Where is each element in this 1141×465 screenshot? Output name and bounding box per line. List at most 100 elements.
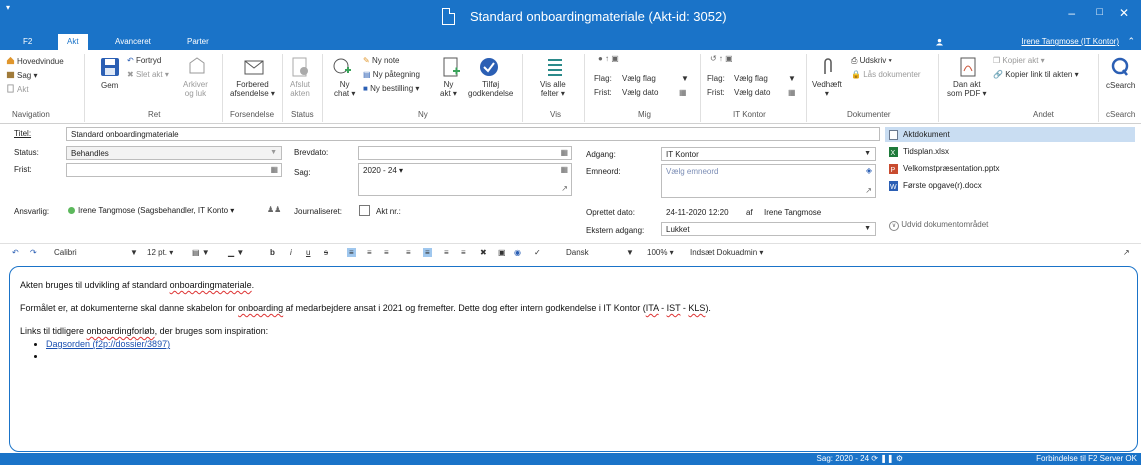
zoom-dropdown[interactable]: 100% ▾ bbox=[647, 248, 674, 257]
font-family-dropdown[interactable]: Calibri bbox=[54, 248, 77, 257]
ny-note-button[interactable]: ✎ Ny note bbox=[363, 56, 400, 65]
bold-icon[interactable]: b bbox=[270, 248, 275, 257]
font-size-dropdown[interactable]: 12 pt. ▾ bbox=[147, 248, 173, 257]
users-icon[interactable]: ♟♟ bbox=[267, 205, 281, 214]
dossier-link[interactable]: Dagsorden (f2p://dossier/3897) bbox=[46, 339, 170, 349]
document-list-item[interactable]: X Tidsplan.xlsx bbox=[885, 144, 1135, 159]
tab-parter[interactable]: Parter bbox=[178, 34, 218, 50]
tab-akt[interactable]: Akt bbox=[58, 34, 88, 50]
ekstern-adgang-dropdown[interactable]: Lukket ▼ bbox=[661, 222, 876, 236]
chevron-down-icon: ▼ bbox=[864, 225, 871, 232]
numbered-list-icon[interactable]: ≡ bbox=[406, 248, 411, 257]
vedhaeft-button[interactable]: Vedhæft ▾ bbox=[812, 80, 842, 98]
dan-akt-pdf-button[interactable]: Dan akt som PDF ▾ bbox=[947, 80, 987, 98]
it-frist-picker[interactable]: Vælg dato bbox=[734, 88, 770, 97]
tilfoej-label-2: godkendelse bbox=[468, 89, 514, 98]
link-icon[interactable]: ◉ bbox=[514, 248, 521, 257]
spellcheck-icon[interactable]: ✓ bbox=[534, 248, 541, 257]
image-icon[interactable]: ▣ bbox=[498, 248, 506, 257]
chevron-down-icon[interactable]: ▼ bbox=[626, 248, 634, 257]
expand-documents-label: Udvid dokumentområdet bbox=[901, 220, 989, 229]
open-external-icon[interactable]: ↗ bbox=[865, 186, 872, 195]
font-color-icon[interactable]: ▁ ▼ bbox=[228, 248, 244, 257]
calendar-icon[interactable]: ▦ bbox=[788, 88, 796, 97]
ansvarlig-dropdown[interactable]: Irene Tangmose (Sagsbehandler, IT Konto … bbox=[66, 204, 260, 218]
document-list-item[interactable]: W Første opgave(r).docx bbox=[885, 178, 1135, 193]
rich-text-editor[interactable]: Akten bruges til udvikling af standard o… bbox=[9, 266, 1138, 452]
italic-icon[interactable]: i bbox=[290, 248, 292, 257]
chevron-down-icon[interactable]: ▼ bbox=[130, 248, 138, 257]
tab-avanceret[interactable]: Avanceret bbox=[106, 34, 160, 50]
ny-chat-button[interactable]: Ny chat ▾ bbox=[334, 80, 355, 98]
settings-icon[interactable]: ⚙ bbox=[896, 454, 903, 463]
highlight-color-icon[interactable]: ▤ ▼ bbox=[192, 248, 210, 257]
language-dropdown[interactable]: Dansk bbox=[566, 248, 589, 257]
akt-nav-button[interactable]: Akt bbox=[6, 84, 29, 94]
it-flag-chevron-icon[interactable]: ▼ bbox=[788, 74, 796, 83]
align-center-icon[interactable]: ≡ bbox=[367, 248, 372, 257]
frist-date-picker[interactable]: ▦ bbox=[66, 163, 282, 177]
refresh-icon[interactable]: ⟳ bbox=[871, 454, 878, 463]
mig-flag-dropdown[interactable]: Vælg flag bbox=[622, 74, 656, 83]
calendar-icon[interactable]: ▦ bbox=[560, 148, 568, 157]
underline-icon[interactable]: u bbox=[306, 248, 310, 257]
tilfoej-godkendelse-button[interactable]: Tilføj godkendelse bbox=[468, 80, 513, 98]
afslut-akten-button[interactable]: Afslut akten bbox=[290, 80, 310, 98]
calendar-icon[interactable]: ▦ bbox=[679, 88, 687, 97]
paragraph: Links til tidligere onboardingforløb, de… bbox=[20, 325, 1127, 338]
laas-dokumenter-button[interactable]: 🔒 Lås dokumenter bbox=[851, 70, 921, 79]
maximize-button[interactable]: □ bbox=[1096, 6, 1103, 18]
align-left-icon[interactable]: ≡ bbox=[347, 248, 356, 257]
open-external-icon[interactable]: ↗ bbox=[561, 184, 568, 193]
minimize-button[interactable]: – bbox=[1068, 6, 1075, 20]
clear-format-icon[interactable]: ✖ bbox=[480, 248, 487, 257]
adgang-dropdown[interactable]: IT Kontor ▼ bbox=[661, 147, 876, 161]
arkiver-og-luk-button[interactable]: Arkiver og luk bbox=[183, 80, 208, 98]
tab-f2[interactable]: F2 bbox=[14, 34, 41, 50]
vis-alle-felter-button[interactable]: Vis alle felter ▾ bbox=[540, 80, 566, 98]
decrease-indent-icon[interactable]: ≡ bbox=[444, 248, 449, 257]
kopier-akt-button[interactable]: ❐ Kopier akt ▾ bbox=[993, 56, 1045, 65]
csearch-button[interactable]: cSearch bbox=[1106, 81, 1135, 90]
emneord-input[interactable]: Vælg emneord ◈ ↗ bbox=[661, 164, 876, 198]
ny-paategning-button[interactable]: ▤ Ny påtegning bbox=[363, 70, 420, 79]
sag-button[interactable]: Sag ▾ bbox=[6, 70, 37, 80]
undo-icon[interactable]: ↶ bbox=[12, 248, 19, 257]
link-icon: 🔗 bbox=[993, 70, 1003, 79]
fortryd-button[interactable]: ↶ Fortryd bbox=[127, 56, 161, 65]
case-icon[interactable]: ▦ bbox=[560, 165, 568, 174]
pause-icon[interactable]: ❚❚ bbox=[880, 454, 893, 463]
udskriv-button[interactable]: ⎙ Udskriv ▾ bbox=[851, 56, 892, 66]
sag-field[interactable]: 2020 - 24 ▾ ▦ ↗ bbox=[358, 163, 572, 196]
tag-icon[interactable]: ◈ bbox=[866, 166, 872, 175]
close-button[interactable]: ✕ bbox=[1119, 6, 1129, 20]
it-flag-dropdown[interactable]: Vælg flag bbox=[734, 74, 768, 83]
brevdato-date-picker[interactable]: ▦ bbox=[358, 146, 572, 160]
strikethrough-icon[interactable]: s bbox=[324, 248, 328, 257]
increase-indent-icon[interactable]: ≡ bbox=[461, 248, 466, 257]
mig-flag-chevron-icon[interactable]: ▼ bbox=[681, 74, 689, 83]
mig-frist-picker[interactable]: Vælg dato bbox=[622, 88, 658, 97]
insert-dokuadmin-dropdown[interactable]: Indsæt Dokuadmin ▾ bbox=[690, 248, 763, 257]
hovedvindue-button[interactable]: Hovedvindue bbox=[6, 56, 64, 66]
document-list-item[interactable]: Aktdokument bbox=[885, 127, 1135, 142]
gem-button[interactable]: Gem bbox=[101, 81, 118, 90]
align-right-icon[interactable]: ≡ bbox=[384, 248, 389, 257]
redo-icon[interactable]: ↷ bbox=[30, 248, 37, 257]
system-menu-button[interactable]: ▾ bbox=[6, 3, 10, 12]
ny-akt-button[interactable]: Ny akt ▾ bbox=[440, 80, 457, 98]
collapse-ribbon-icon[interactable]: ⌃ bbox=[1127, 36, 1135, 47]
forbered-afsendelse-button[interactable]: Forbered afsendelse ▾ bbox=[230, 80, 275, 98]
bullet-list-icon[interactable]: ≡ bbox=[423, 248, 432, 257]
calendar-icon[interactable]: ▦ bbox=[270, 165, 278, 174]
document-list-item[interactable]: P Velkomstpræsentation.pptx bbox=[885, 161, 1135, 176]
expand-documents-button[interactable]: ∨ Udvid dokumentområdet bbox=[889, 220, 988, 231]
journaliseret-checkbox[interactable] bbox=[359, 205, 370, 216]
titel-input[interactable]: Standard onboardingmateriale bbox=[66, 127, 880, 141]
popout-icon[interactable]: ↗ bbox=[1123, 248, 1130, 257]
status-dropdown[interactable]: Behandles ▼ bbox=[66, 146, 282, 160]
kopier-link-button[interactable]: 🔗 Kopier link til akten ▾ bbox=[993, 70, 1079, 79]
slet-akt-button[interactable]: ✖ Slet akt ▾ bbox=[127, 70, 169, 79]
current-user-link[interactable]: Irene Tangmose (IT Kontor) bbox=[1021, 37, 1119, 46]
ny-bestilling-button[interactable]: ■ Ny bestilling ▾ bbox=[363, 84, 419, 93]
